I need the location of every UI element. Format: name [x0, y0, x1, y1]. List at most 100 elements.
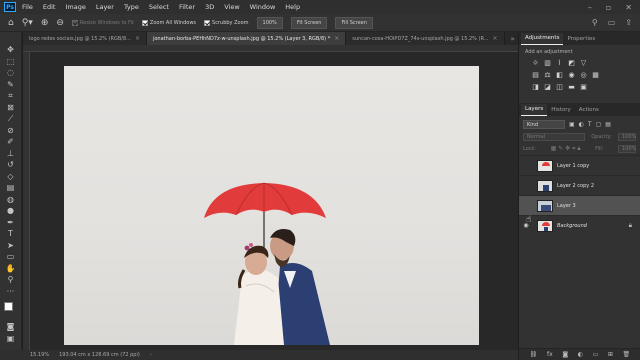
zoom-in-icon[interactable]: ⊕ [41, 18, 49, 28]
menu-window[interactable]: Window [250, 3, 276, 11]
vibrance-icon[interactable]: ▽ [579, 59, 588, 67]
layer-row[interactable]: ◉ Background 🔒︎ [519, 215, 640, 235]
pixel-filter-icon[interactable]: ▣ [569, 121, 575, 128]
blend-mode-select[interactable]: Normal [523, 133, 585, 141]
rectangle-tool-icon[interactable]: ▭ [4, 251, 18, 263]
group-icon[interactable]: ▭ [593, 351, 599, 358]
clone-stamp-tool-icon[interactable]: ⊥ [4, 148, 18, 160]
link-layers-icon[interactable]: ⛓ [530, 351, 538, 358]
minimize-icon[interactable]: – [588, 3, 592, 12]
new-layer-icon[interactable]: ⊞ [608, 351, 613, 358]
adjustment-layer-icon[interactable]: ◐ [578, 351, 583, 358]
color-swatches[interactable] [3, 301, 19, 317]
hue-saturation-icon[interactable]: ▤ [531, 71, 540, 79]
layer-row[interactable]: Layer 2 copy 2 [519, 175, 640, 195]
smart-object-filter-icon[interactable]: ▤ [605, 121, 611, 128]
gradient-tool-icon[interactable]: ▤ [4, 182, 18, 194]
path-selection-tool-icon[interactable]: ➤ [4, 240, 18, 252]
fill-screen-button[interactable]: Fill Screen [335, 16, 373, 29]
close-icon[interactable]: × [135, 35, 140, 42]
more-tools-icon[interactable]: ··· [4, 286, 18, 298]
eyedropper-tool-icon[interactable]: ⟋ [4, 113, 18, 125]
quick-mask-icon[interactable]: ◙ [4, 321, 18, 333]
menu-filter[interactable]: Filter [179, 3, 195, 11]
tab-history[interactable]: History [547, 105, 575, 116]
color-lookup-icon[interactable]: ▦ [591, 71, 600, 79]
menu-edit[interactable]: Edit [43, 3, 56, 11]
resize-windows-checkbox[interactable] [71, 19, 78, 26]
healing-brush-tool-icon[interactable]: ⊘ [4, 125, 18, 137]
exposure-icon[interactable]: ◩ [567, 59, 576, 67]
share-icon[interactable]: ⇪ [625, 18, 632, 27]
tab-properties[interactable]: Properties [563, 34, 599, 45]
lock-options-icon[interactable]: ▦ ✎ ✥ ⌗ 🔒︎ [551, 145, 581, 153]
close-icon[interactable]: × [493, 35, 498, 42]
search-icon[interactable]: ⚲ [592, 18, 598, 27]
fill-field[interactable]: 100% [618, 145, 636, 153]
quick-select-tool-icon[interactable]: ✎ [4, 79, 18, 91]
tab-adjustments[interactable]: Adjustments [521, 33, 564, 45]
zoom-100-button[interactable]: 100% [256, 16, 283, 29]
workspace-icon[interactable]: ▭ [608, 18, 616, 27]
photo-filter-icon[interactable]: ◉ [567, 71, 576, 79]
history-brush-tool-icon[interactable]: ↺ [4, 159, 18, 171]
chevron-right-icon[interactable]: › [150, 352, 152, 358]
layer-style-icon[interactable]: fx [547, 351, 553, 358]
levels-icon[interactable]: ▥ [543, 59, 552, 67]
zoom-tool-icon[interactable]: ⚲ [4, 274, 18, 286]
foreground-color-swatch[interactable] [3, 302, 13, 311]
tab-layers[interactable]: Layers [521, 104, 548, 116]
marquee-tool-icon[interactable]: ⬚ [4, 56, 18, 68]
close-icon[interactable]: × [334, 35, 339, 42]
document-canvas[interactable] [64, 66, 479, 345]
zoom-tool-icon[interactable]: ⚲▾ [22, 18, 33, 28]
dodge-tool-icon[interactable]: ● [4, 205, 18, 217]
shape-filter-icon[interactable]: ▢ [596, 121, 602, 128]
curves-icon[interactable]: ⌇ [555, 59, 564, 67]
layer-row-selected[interactable]: Layer 3 [519, 195, 640, 215]
lasso-tool-icon[interactable]: ◌ [4, 67, 18, 79]
maximize-icon[interactable]: ▫ [606, 3, 611, 12]
canvas-area[interactable] [23, 45, 518, 350]
menu-layer[interactable]: Layer [96, 3, 114, 11]
move-tool-icon[interactable]: ✥ [4, 44, 18, 56]
hand-tool-icon[interactable]: ✋ [4, 263, 18, 275]
crop-tool-icon[interactable]: ⌗ [4, 90, 18, 102]
layer-name[interactable]: Layer 3 [557, 203, 576, 209]
scrubby-zoom-option[interactable]: Scrubby Zoom [204, 19, 249, 26]
type-tool-icon[interactable]: T [4, 228, 18, 240]
fit-screen-button[interactable]: Fit Screen [290, 16, 328, 29]
layer-name[interactable]: Layer 2 copy 2 [557, 183, 594, 189]
layer-kind-select[interactable]: Kind [523, 120, 565, 129]
menu-image[interactable]: Image [65, 3, 85, 11]
menu-3d[interactable]: 3D [205, 3, 214, 11]
menu-file[interactable]: File [22, 3, 33, 11]
pen-tool-icon[interactable]: ✒ [4, 217, 18, 229]
screen-mode-icon[interactable]: ▣ [4, 333, 18, 345]
layer-name[interactable]: Background [557, 223, 587, 229]
type-filter-icon[interactable]: T [588, 121, 592, 128]
gradient-map-icon[interactable]: ▬ [567, 83, 576, 91]
tab-actions[interactable]: Actions [575, 105, 603, 116]
eraser-tool-icon[interactable]: ◇ [4, 171, 18, 183]
zoom-out-icon[interactable]: ⊖ [56, 18, 64, 28]
invert-icon[interactable]: ◨ [531, 83, 540, 91]
blur-tool-icon[interactable]: ◍ [4, 194, 18, 206]
layer-row[interactable]: Layer 1 copy [519, 155, 640, 175]
delete-layer-icon[interactable]: 🗑︎ [623, 351, 631, 358]
threshold-icon[interactable]: ◫ [555, 83, 564, 91]
menu-select[interactable]: Select [149, 3, 169, 11]
adjustment-filter-icon[interactable]: ◐ [579, 121, 584, 128]
zoom-all-windows-option[interactable]: Zoom All Windows [141, 19, 196, 26]
zoom-all-checkbox[interactable] [141, 19, 148, 26]
layer-name[interactable]: Layer 1 copy [557, 163, 589, 169]
resize-windows-option[interactable]: Resize Windows to Fit [71, 19, 134, 26]
close-icon[interactable]: ✕ [625, 3, 632, 12]
brightness-contrast-icon[interactable]: ☼ [531, 59, 540, 67]
opacity-field[interactable]: 100% [618, 133, 636, 141]
black-white-icon[interactable]: ◧ [555, 71, 564, 79]
frame-tool-icon[interactable]: ⊠ [4, 102, 18, 114]
menu-view[interactable]: View [224, 3, 239, 11]
color-balance-icon[interactable]: ⚖ [543, 71, 552, 79]
doc-tab[interactable]: logo redes sociais.jpg @ 15.2% (RGB/8...… [23, 32, 147, 45]
